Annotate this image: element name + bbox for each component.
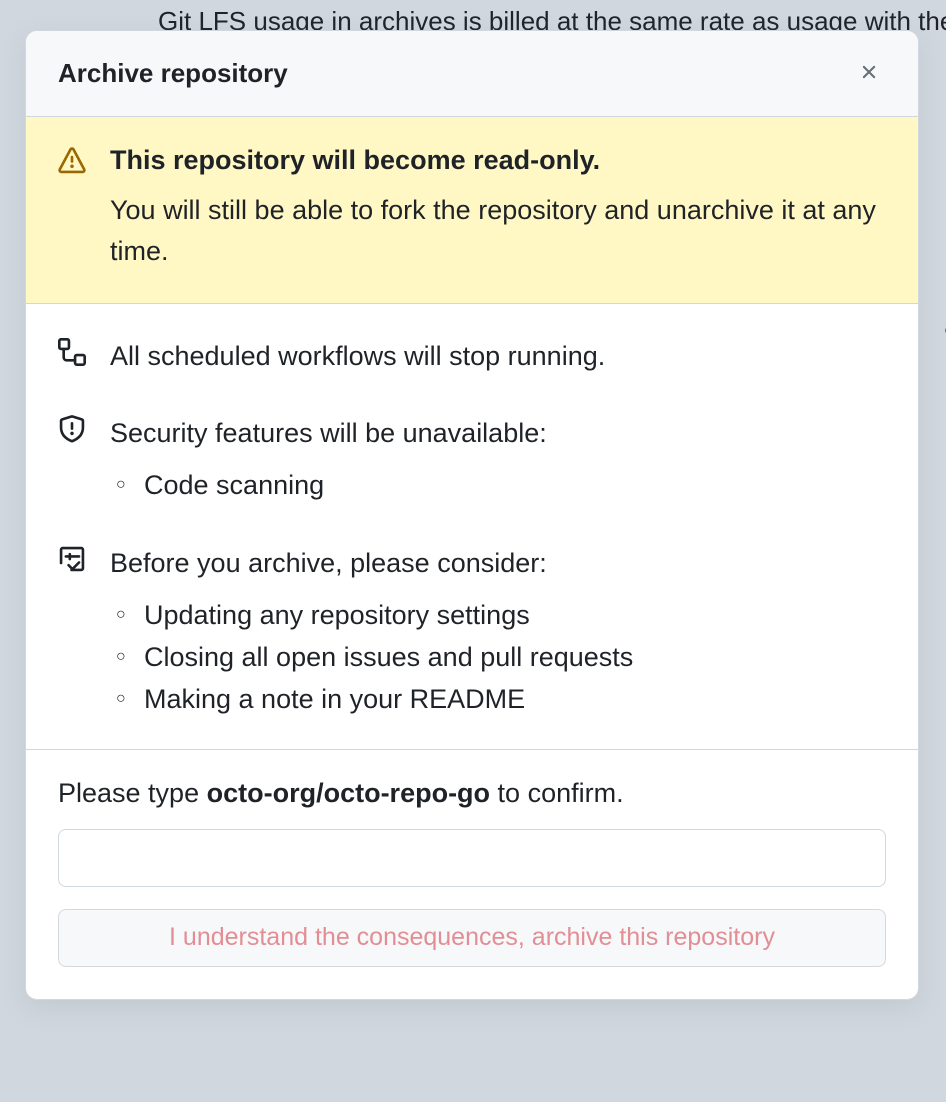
workflows-row: All scheduled workflows will stop runnin… [58,336,886,377]
archive-repository-modal: Archive repository This repository will … [25,30,919,1000]
close-icon [858,61,880,86]
checklist-icon [58,543,86,578]
repo-name: octo-org/octo-repo-go [207,778,490,808]
alert-icon [58,145,86,180]
info-section: All scheduled workflows will stop runnin… [26,304,918,750]
warning-banner: This repository will become read-only. Y… [26,117,918,304]
list-item: Updating any repository settings [110,595,886,637]
archive-confirm-button[interactable]: I understand the consequences, archive t… [58,909,886,967]
list-item: Closing all open issues and pull request… [110,637,886,679]
warning-heading: This repository will become read-only. [110,145,886,176]
security-heading: Security features will be unavailable: [110,413,886,454]
list-item: Making a note in your README [110,679,886,721]
warning-subtext: You will still be able to fork the repos… [110,190,886,271]
shield-icon [58,413,86,448]
close-button[interactable] [852,55,886,92]
modal-title: Archive repository [58,58,288,89]
modal-header: Archive repository [26,31,918,117]
list-item: Code scanning [110,465,886,507]
confirm-input[interactable] [58,829,886,887]
confirm-prompt: Please type octo-org/octo-repo-go to con… [58,778,886,809]
workflows-text: All scheduled workflows will stop runnin… [110,336,886,377]
consider-row: Before you archive, please consider: Upd… [58,543,886,721]
security-row: Security features will be unavailable: C… [58,413,886,507]
confirm-section: Please type octo-org/octo-repo-go to con… [26,750,918,999]
workflow-icon [58,336,86,371]
consider-heading: Before you archive, please consider: [110,543,886,584]
